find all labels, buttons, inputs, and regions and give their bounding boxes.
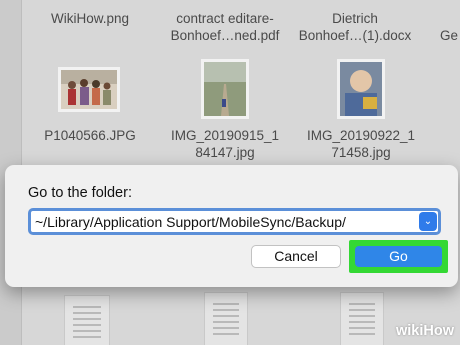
chevron-down-icon[interactable]: ⌄ — [419, 212, 437, 231]
file-item-contract-pdf[interactable]: contract editare- Bonhoef…ned.pdf — [160, 10, 290, 44]
file-label: IMG_20190922_1 71458.jpg — [306, 128, 416, 160]
folder-path-value[interactable]: ~/Library/Application Support/MobileSync… — [35, 214, 346, 230]
file-label: Ge — [440, 28, 459, 43]
file-label: IMG_20190915_1 84147.jpg — [170, 128, 280, 160]
document-thumbnail[interactable] — [204, 292, 248, 345]
photo-thumbnail-group[interactable] — [58, 67, 120, 112]
file-label: contract editare- Bonhoef…ned.pdf — [170, 11, 280, 43]
go-button[interactable]: Go — [355, 246, 442, 267]
document-thumbnail[interactable] — [340, 292, 384, 345]
file-item-p1040566[interactable]: P1040566.JPG — [25, 127, 155, 144]
go-to-folder-dialog: Go to the folder: ~/Library/Application … — [5, 165, 458, 287]
photo-thumbnail-child[interactable] — [337, 59, 385, 119]
file-label: WikiHow.png — [50, 11, 130, 26]
file-label: Dietrich Bonhoef…(1).docx — [298, 11, 412, 43]
file-item-wikihow-png[interactable]: WikiHow.png — [25, 10, 155, 27]
file-item-img-20190922[interactable]: IMG_20190922_1 71458.jpg — [296, 127, 426, 161]
file-label: P1040566.JPG — [44, 128, 136, 143]
file-item-dietrich-docx[interactable]: Dietrich Bonhoef…(1).docx — [290, 10, 420, 44]
document-thumbnail[interactable] — [64, 295, 110, 345]
cancel-button[interactable]: Cancel — [251, 245, 341, 268]
folder-path-input[interactable]: ~/Library/Application Support/MobileSync… — [28, 208, 441, 235]
photo-thumbnail-path[interactable] — [201, 59, 249, 119]
dialog-label: Go to the folder: — [28, 185, 132, 201]
wikihow-watermark: wikiHow — [395, 323, 454, 339]
file-item-img-20190915[interactable]: IMG_20190915_1 84147.jpg — [160, 127, 290, 161]
file-item-partial[interactable]: Ge — [440, 27, 460, 44]
